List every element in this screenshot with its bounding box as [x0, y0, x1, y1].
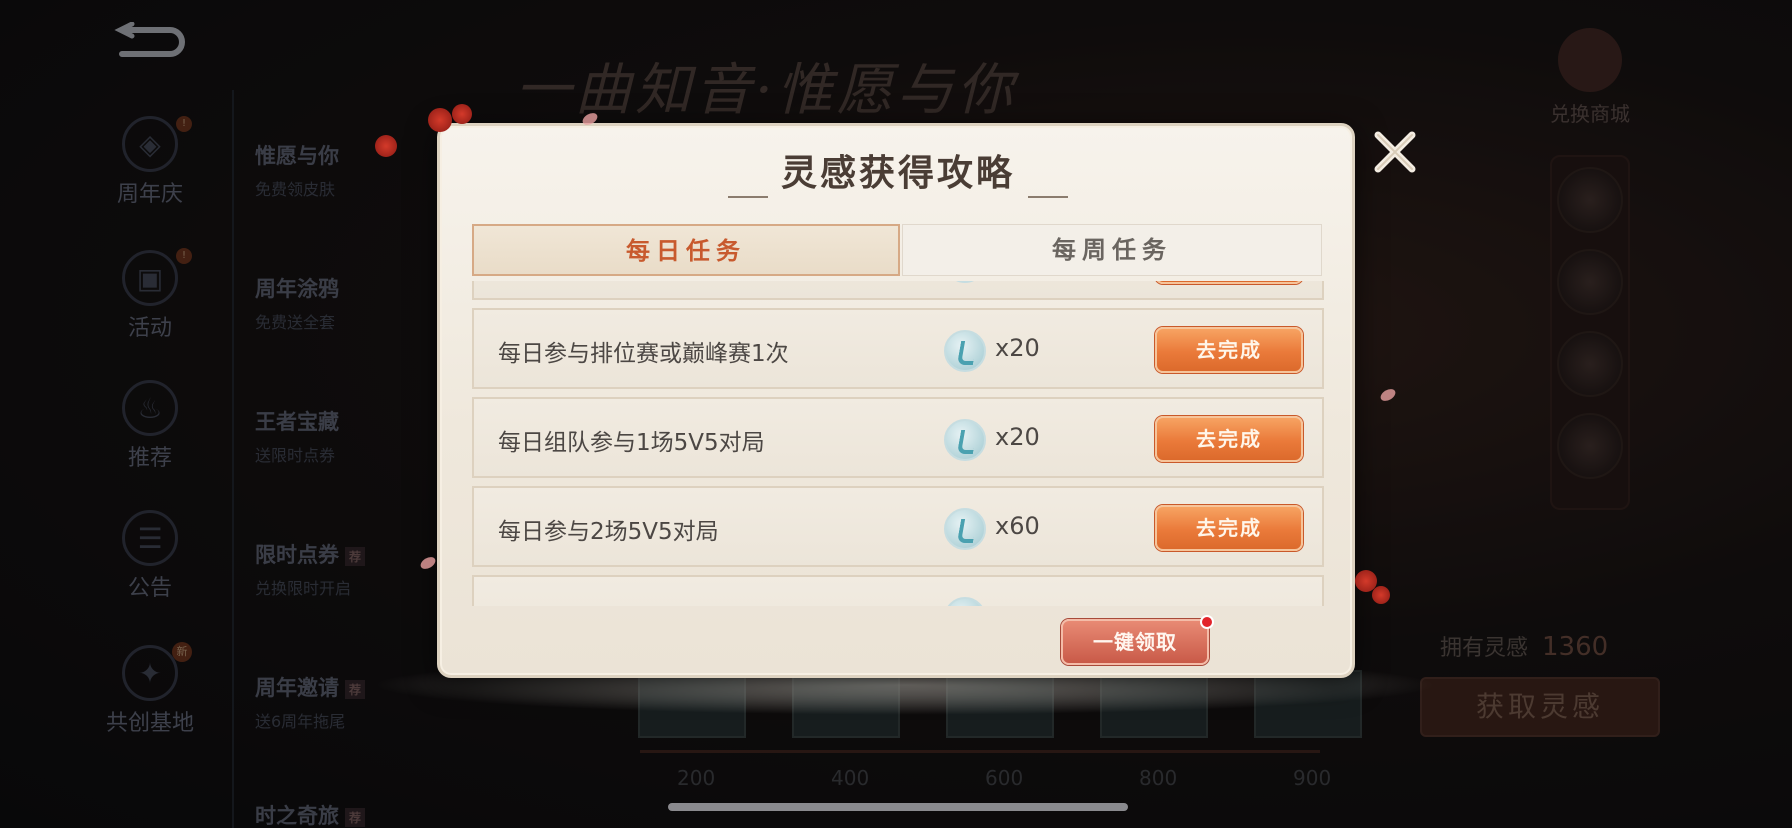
back-arrow-icon[interactable] [112, 22, 188, 62]
inspiration-guide-dialog: 灵感获得攻略 每日任务 每周任务 每日参与排位赛或巅峰赛1次 x20 去完成 每… [437, 123, 1355, 678]
task-row-partial [472, 281, 1324, 300]
plum-blossom-decoration [375, 135, 397, 157]
sub-item-title: 周年邀请荐 [255, 672, 366, 702]
nav-label: 共创基地 [105, 711, 194, 736]
task-row: 每日参与2场5V5对局 x60 去完成 [472, 486, 1324, 567]
petal-decoration [1378, 386, 1398, 404]
nav-label: 活动 [127, 316, 172, 341]
nav-label: 推荐 [127, 446, 172, 471]
nav-item-notice[interactable]: ☰ 公告 [100, 510, 200, 602]
cocreate-icon: ✦ [122, 645, 178, 701]
sub-item-desc: 兑换限时开启 [255, 579, 352, 598]
sub-item[interactable]: 限时点券荐 兑换限时开启 [255, 539, 366, 599]
inspiration-balance: 拥有灵感 1360 [1440, 630, 1608, 662]
track-label: 400 [831, 766, 870, 790]
reward-quantity: x60 [995, 512, 1040, 540]
recommend-tag: 荐 [345, 679, 366, 699]
sub-item-desc: 免费送全套 [255, 313, 336, 332]
inspiration-icon [944, 330, 986, 372]
sub-item-desc: 免费领皮肤 [255, 180, 336, 199]
nav-divider [232, 90, 234, 828]
sub-item-title: 时之奇旅荐 [255, 800, 366, 828]
sub-item-title-text: 周年邀请 [255, 676, 339, 700]
track-label: 600 [985, 766, 1024, 790]
sub-item-desc: 送限时点券 [255, 446, 336, 465]
home-indicator[interactable] [668, 803, 1128, 811]
partial-go-button[interactable] [1155, 281, 1303, 284]
sub-item-title: 周年涂鸦 [255, 277, 339, 301]
sub-item-title: 惟愿与你 [255, 144, 339, 168]
task-row: 每日参与排位赛或巅峰赛1次 x20 去完成 [472, 308, 1324, 389]
dialog-header: 灵感获得攻略 [728, 144, 1068, 204]
notice-icon: ☰ [122, 510, 178, 566]
exchange-shop-button[interactable]: 兑换商城 [1540, 28, 1640, 127]
title-ornament-left [728, 196, 768, 198]
sub-item[interactable]: 王者宝藏 送限时点券 [255, 406, 339, 466]
inspiration-label: 拥有灵感 [1440, 636, 1529, 661]
left-nav: ◈ 周年庆 ! ▣ 活动 ! ♨ 推荐 ☰ 公告 ✦ 共创基地 新 [0, 80, 230, 828]
petal-decoration [418, 554, 438, 572]
reward-quantity: x20 [995, 334, 1040, 362]
dialog-title: 灵感获得攻略 [780, 152, 1015, 194]
hero-avatar[interactable] [1557, 167, 1623, 233]
task-name: 每日参与排位赛或巅峰赛1次 [498, 341, 789, 367]
plum-blossom-decoration [1372, 586, 1390, 604]
hero-avatar[interactable] [1557, 249, 1623, 315]
inspiration-icon [944, 508, 986, 550]
hero-avatar[interactable] [1557, 331, 1623, 397]
game-screen: 一曲知音·惟愿与你 ◈ 周年庆 ! ▣ 活动 ! ♨ 推荐 ☰ 公告 ✦ 共创基… [0, 0, 1792, 828]
get-inspiration-button[interactable]: 获取灵感 [1420, 677, 1660, 737]
recommend-tag: 荐 [345, 546, 366, 566]
progress-track [640, 750, 1320, 753]
track-label: 900 [1293, 766, 1332, 790]
inspiration-icon [944, 419, 986, 461]
shop-avatar-strip [1550, 155, 1630, 510]
go-complete-button[interactable]: 去完成 [1155, 416, 1303, 462]
task-row-partial [472, 575, 1324, 606]
sub-item-title: 王者宝藏 [255, 410, 339, 434]
close-icon[interactable] [1368, 125, 1422, 179]
task-tabs: 每日任务 每周任务 [472, 224, 1324, 276]
flame-icon: ♨ [122, 380, 178, 436]
go-complete-button[interactable]: 去完成 [1155, 327, 1303, 373]
track-label: 200 [677, 766, 716, 790]
task-name: 每日组队参与1场5V5对局 [498, 430, 765, 456]
sub-item[interactable]: 时之奇旅荐 [255, 800, 366, 828]
sub-item-title-text: 时之奇旅 [255, 804, 339, 828]
notification-dot [1200, 615, 1214, 629]
inspiration-value: 1360 [1542, 632, 1609, 662]
title-ornament-right [1028, 196, 1068, 198]
task-row: 每日组队参与1场5V5对局 x20 去完成 [472, 397, 1324, 478]
recommend-tag: 荐 [345, 807, 366, 827]
tab-weekly-tasks[interactable]: 每周任务 [902, 224, 1322, 276]
sub-item-title-text: 限时点券 [255, 543, 339, 567]
reward-quantity: x20 [995, 423, 1040, 451]
hero-avatar[interactable] [1557, 413, 1623, 479]
inspiration-icon [944, 281, 986, 283]
go-complete-button[interactable]: 去完成 [1155, 505, 1303, 551]
anniversary-icon: ◈ [122, 116, 178, 172]
sub-item-title: 限时点券荐 [255, 539, 366, 569]
shop-label: 兑换商城 [1550, 102, 1630, 126]
nav-badge: ! [176, 116, 192, 132]
task-name: 每日参与2场5V5对局 [498, 519, 719, 545]
nav-item-recommend[interactable]: ♨ 推荐 [100, 380, 200, 472]
sub-item[interactable]: 惟愿与你 免费领皮肤 [255, 140, 339, 200]
shop-pavilion-icon [1558, 28, 1622, 92]
sub-item-desc: 送6周年拖尾 [255, 712, 346, 731]
tab-daily-tasks[interactable]: 每日任务 [472, 224, 900, 276]
sub-item[interactable]: 周年邀请荐 送6周年拖尾 [255, 672, 366, 732]
plum-blossom-decoration [452, 104, 472, 124]
inspiration-icon [944, 597, 986, 606]
track-label: 800 [1139, 766, 1178, 790]
nav-label: 公告 [127, 576, 172, 601]
nav-new-badge: 新 [172, 642, 192, 662]
nav-label: 周年庆 [116, 182, 183, 207]
sub-item[interactable]: 周年涂鸦 免费送全套 [255, 273, 339, 333]
task-list[interactable]: 每日参与排位赛或巅峰赛1次 x20 去完成 每日组队参与1场5V5对局 x20 … [472, 281, 1324, 606]
claim-all-button[interactable]: 一键领取 [1061, 619, 1209, 665]
gift-icon: ▣ [122, 250, 178, 306]
nav-badge: ! [176, 248, 192, 264]
plum-blossom-decoration [428, 108, 452, 132]
